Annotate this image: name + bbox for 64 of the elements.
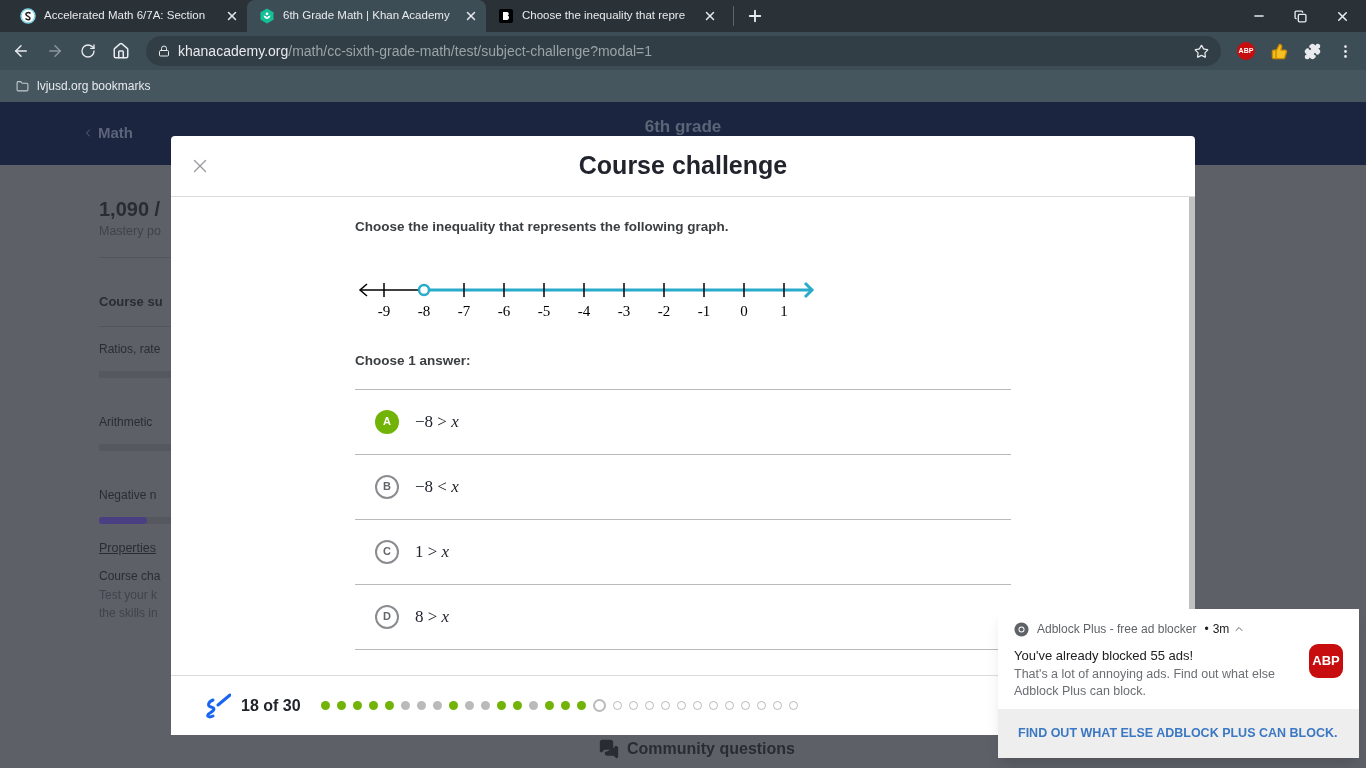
reload-icon[interactable] xyxy=(80,43,96,59)
extensions-icon[interactable] xyxy=(1304,42,1321,60)
forward-icon[interactable] xyxy=(46,42,64,60)
choice-math: −8 > x xyxy=(415,410,459,433)
page-title: 6th grade xyxy=(644,116,722,138)
new-tab-icon[interactable] xyxy=(746,7,764,25)
notification-time: 3m xyxy=(1212,621,1230,638)
folder-icon xyxy=(16,79,29,93)
tab-title: Accelerated Math 6/7A: Section xyxy=(44,8,207,24)
browser-tab[interactable]: Accelerated Math 6/7A: Section xyxy=(8,0,247,32)
tick-label: -5 xyxy=(537,303,551,320)
progress-count: 18 of 30 xyxy=(241,695,301,716)
choice-letter: A xyxy=(375,409,399,434)
bookmark-star-icon[interactable] xyxy=(1194,43,1209,59)
choice-math: 8 > x xyxy=(415,605,450,628)
tick-label: -9 xyxy=(377,303,391,320)
tick-label: -3 xyxy=(617,303,631,320)
notification-body: That's a lot of annoying ads. Find out what else Adblock Plus can block. xyxy=(1014,665,1276,700)
hexagon-leaf-icon xyxy=(259,8,275,24)
browser-tab[interactable]: Choose the inequality that repre xyxy=(486,0,725,32)
tick-label: -4 xyxy=(577,303,591,320)
tab-title: 6th Grade Math | Khan Academy xyxy=(283,8,451,24)
squiggle-check-icon xyxy=(203,691,231,720)
home-icon[interactable] xyxy=(112,42,130,60)
choice-math: 1 > x xyxy=(415,540,450,563)
abp-logo: ABP xyxy=(1309,644,1343,678)
tick-label: -2 xyxy=(657,303,671,320)
answer-choice[interactable]: B −8 < x xyxy=(355,454,1011,520)
chat-icon xyxy=(599,739,619,759)
tick-label: -7 xyxy=(457,303,471,320)
choice-letter: B xyxy=(375,474,399,499)
choice-letter: D xyxy=(375,604,399,629)
tick-label: -8 xyxy=(417,303,431,320)
separator-dot: • xyxy=(1204,621,1209,638)
circle-logo-icon xyxy=(20,8,36,24)
progress-track xyxy=(99,444,171,451)
back-icon[interactable] xyxy=(12,42,30,60)
question-text: Choose the inequality that represents the following graph. xyxy=(355,218,730,236)
choice-letter: C xyxy=(375,539,399,564)
close-icon[interactable] xyxy=(703,9,717,23)
choice-math: −8 < x xyxy=(415,475,459,498)
answer-choice[interactable]: A −8 > x xyxy=(355,389,1011,455)
tick-label: -6 xyxy=(497,303,511,320)
bookmark-folder[interactable]: lvjusd.org bookmarks xyxy=(16,77,151,95)
square-logo-icon xyxy=(498,8,514,24)
answer-prompt: Choose 1 answer: xyxy=(355,352,472,371)
notification-source: Adblock Plus - free ad blocker xyxy=(1037,621,1197,638)
browser-tab[interactable]: 6th Grade Math | Khan Academy xyxy=(247,0,486,32)
tick-label: -1 xyxy=(697,303,711,320)
tab-title: Choose the inequality that repre xyxy=(522,8,687,24)
notification-title: You've already blocked 55 ads! xyxy=(1014,647,1195,665)
tick-label: 0 xyxy=(740,303,748,320)
close-icon[interactable] xyxy=(225,9,239,23)
address-bar[interactable]: khanacademy.org/math/cc-sixth-grade-math/test/subject-challenge?modal=1 xyxy=(146,36,1221,66)
answer-choice[interactable]: C 1 > x xyxy=(355,519,1011,585)
dialog-title: Course challenge xyxy=(578,150,788,182)
tick-label: 1 xyxy=(780,303,788,320)
progress-track xyxy=(99,371,171,378)
lock-icon xyxy=(158,45,170,57)
close-icon[interactable] xyxy=(464,9,478,23)
restore-icon[interactable] xyxy=(1294,9,1307,23)
chrome-logo-icon xyxy=(1014,621,1029,637)
url-text: khanacademy.org/math/cc-sixth-grade-math/test/subject-challenge?modal=1 xyxy=(178,41,654,61)
thumbs-up-icon[interactable] xyxy=(1271,42,1288,60)
